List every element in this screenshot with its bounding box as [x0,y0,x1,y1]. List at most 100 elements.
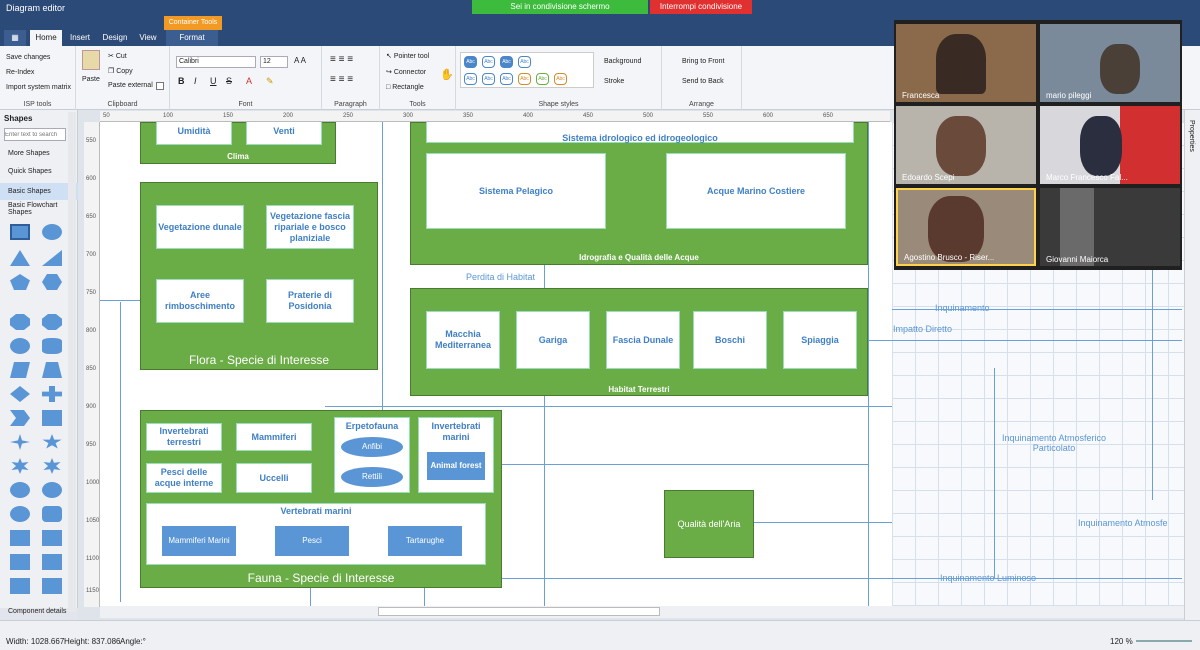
bold-icon[interactable]: B [178,76,185,86]
stroke-button[interactable]: Stroke [604,78,624,85]
paste-external-button[interactable]: Paste external [108,82,153,89]
stop-sharing-button[interactable]: Interrompi condivisione [650,0,752,14]
horizontal-scrollbar[interactable] [100,606,1184,618]
style-swatch[interactable]: Abc [464,56,477,68]
bring-to-front-button[interactable]: Bring to Front [682,58,724,65]
box-invertebrati-terrestri[interactable]: Invertebrati terrestri [146,423,222,451]
connector-line[interactable] [120,302,121,602]
plaque-shape[interactable] [10,554,30,570]
shapes-scrollbar[interactable] [68,112,76,612]
cross-shape[interactable] [42,386,62,402]
pentagon-shape[interactable] [10,274,30,290]
style-swatch[interactable]: Abc [482,56,495,68]
container-habitat[interactable]: Macchia Mediterranea Gariga Fascia Dunal… [410,288,868,396]
box-mammiferi[interactable]: Mammiferi [236,423,312,451]
zoom-slider[interactable] [1136,640,1192,642]
connector-line[interactable] [892,578,1182,579]
properties-panel[interactable]: Properties [1184,110,1200,620]
tab-view[interactable]: View [134,30,162,46]
video-tile[interactable]: mario pileggi [1040,24,1180,102]
connector-line[interactable] [752,522,892,523]
container-idrografia[interactable]: Sistema idrologico ed idrogeologico Sist… [410,122,868,265]
box-qualita-aria[interactable]: Qualità dell'Aria [664,490,754,558]
paste-button[interactable]: Paste [82,76,100,83]
box-vegetazione-dunale[interactable]: Vegetazione dunale [156,205,244,249]
cut-button[interactable]: ✂ Cut [108,52,127,60]
align-left-icon[interactable]: ≡ ≡ ≡ [330,74,353,85]
box-acque-marino-costiere[interactable]: Acque Marino Costiere [666,153,846,229]
highlight-icon[interactable]: ✎ [266,76,274,87]
tab-home[interactable]: Home [30,30,62,46]
circle-shape[interactable] [10,338,30,354]
bevel-shape[interactable] [42,554,62,570]
video-tile-active-speaker[interactable]: Agostino Brusco - Riser... [896,188,1036,266]
send-to-back-button[interactable]: Send to Back [682,78,724,85]
save-changes-button[interactable]: Save changes [6,54,50,61]
star6-shape[interactable] [11,458,29,474]
snip-rect-shape[interactable] [10,530,30,546]
strikethrough-icon[interactable]: S [226,76,232,86]
box-vegetazione-ripariale[interactable]: Vegetazione fascia ripariale e bosco pla… [266,205,354,249]
video-tile[interactable]: Francesca [896,24,1036,102]
component-details-tab[interactable]: Component details [0,608,78,620]
box-gariga[interactable]: Gariga [516,311,590,369]
scroll-thumb[interactable] [378,607,660,616]
style-swatch[interactable]: Abc [518,56,531,68]
star5-shape[interactable] [42,434,62,449]
container-clima[interactable]: Umidità Venti Clima [140,122,336,164]
hexagon-shape[interactable] [42,274,62,290]
connector-line[interactable] [100,300,140,301]
style-swatch[interactable]: Abc [500,56,513,68]
donut-shape[interactable] [42,578,62,594]
reindex-button[interactable]: Re-Index [6,69,34,76]
diagram-canvas[interactable]: Umidità Venti Clima Sistema idrologico e… [100,122,892,606]
box-animal-forest[interactable]: Animal forest [426,451,486,481]
rectangle-tool-button[interactable]: □ Rectangle [386,84,424,91]
box-boschi[interactable]: Boschi [693,311,767,369]
connector-line[interactable] [325,406,892,407]
can-shape[interactable] [10,578,30,594]
octagon-shape[interactable] [10,314,30,330]
star4-shape[interactable] [10,434,30,450]
container-flora[interactable]: Vegetazione dunale Vegetazione fascia ri… [140,182,378,370]
connector-line[interactable] [892,309,1182,310]
sidebar-item-basic-flowchart[interactable]: Basic Flowchart Shapes [0,202,60,216]
style-swatch[interactable]: Abc [482,73,495,85]
chevron-shape[interactable] [10,410,30,426]
tab-format[interactable]: Format [166,30,218,46]
copy-button[interactable]: ❐ Copy [108,67,133,75]
box-macchia-mediterranea[interactable]: Macchia Mediterranea [426,311,500,369]
triangle-shape[interactable] [10,250,30,266]
box-venti[interactable]: Venti [246,122,322,145]
label-inquinamento-atmosfe[interactable]: Inquinamento Atmosfe [1078,518,1168,528]
box-tartarughe[interactable]: Tartarughe [387,525,463,557]
connector-line[interactable] [382,122,383,412]
rounded-rect-shape[interactable] [42,506,62,522]
style-swatch[interactable]: Abc [464,73,477,85]
star8-shape[interactable] [43,458,61,474]
label-inquinamento-atmosferico[interactable]: Inquinamento Atmosferico Particolato [996,433,1112,453]
background-button[interactable]: Background [604,58,641,65]
connector-line[interactable] [868,340,892,341]
font-size-select[interactable]: 12 [260,56,288,68]
box-sistema-idrologico[interactable]: Sistema idrologico ed idrogeologico [426,122,854,143]
video-tile[interactable]: Marco Francesco Fal... [1040,106,1180,184]
connector-tool-button[interactable]: ↪ Connector [386,68,426,76]
seal-shape[interactable] [10,482,30,498]
sidebar-item-quick-shapes[interactable]: Quick Shapes [0,168,78,175]
box-spiaggia[interactable]: Spiaggia [783,311,857,369]
paste-external-checkbox[interactable] [156,82,164,90]
ellipse-anfibi[interactable]: Anfibi [341,437,403,457]
connector-line[interactable] [892,340,1182,341]
box-fascia-dunale[interactable]: Fascia Dunale [606,311,680,369]
style-swatch[interactable]: Abc [518,73,531,85]
connector-line[interactable] [500,578,892,579]
trapezoid-shape[interactable] [42,362,62,378]
ellipse-rettili[interactable]: Rettili [341,467,403,487]
sidebar-item-more-shapes[interactable]: More Shapes [0,150,78,157]
parallelogram-shape[interactable] [10,362,30,378]
style-swatch[interactable]: Abc [536,73,549,85]
box-pesci-acque-interne[interactable]: Pesci delle acque interne [146,463,222,493]
decagon-shape[interactable] [42,314,62,330]
label-perdita-habitat[interactable]: Perdita di Habitat [464,272,538,282]
